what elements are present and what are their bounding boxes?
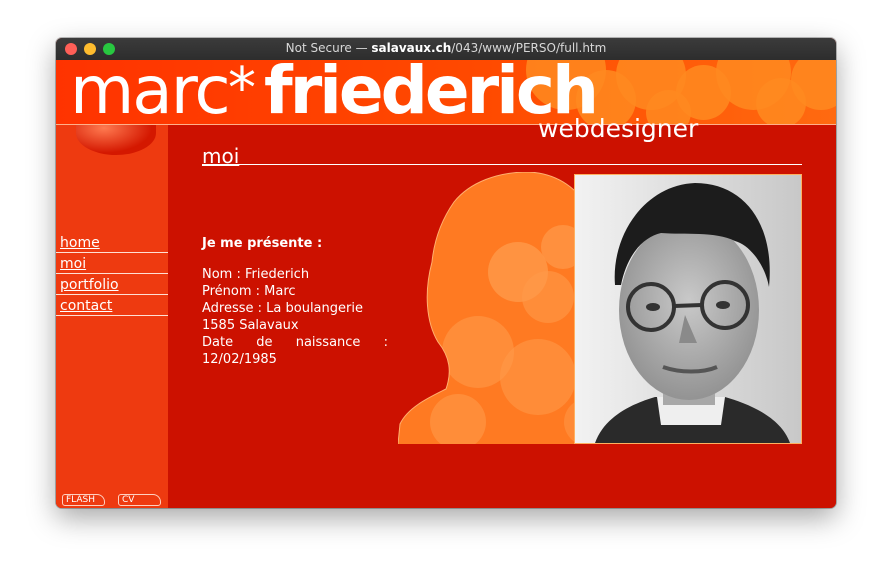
info-firstname: Prénom : Marc <box>202 284 296 299</box>
tagline: webdesigner <box>538 114 699 143</box>
nav-link-portfolio[interactable]: portfolio <box>56 275 168 295</box>
flash-button[interactable]: FLASH <box>62 494 105 506</box>
title-underline <box>202 164 802 165</box>
nav-link-home[interactable]: home <box>56 233 168 253</box>
page-content: marc * friederich webdesigner home moi p… <box>56 60 836 508</box>
url-domain: salavaux.ch <box>371 41 452 55</box>
personal-info: Nom : Friederich Prénom : Marc Adresse :… <box>202 266 388 368</box>
info-birthdate-value: 12/02/1985 <box>202 352 277 367</box>
sidebar: home moi portfolio contact <box>56 125 168 508</box>
nav-link-moi[interactable]: moi <box>56 254 168 274</box>
sidebar-heart-decoration <box>76 125 156 155</box>
portrait-image <box>575 175 801 443</box>
cv-button[interactable]: CV <box>118 494 161 506</box>
info-birthdate-label: Date de naissance : <box>202 335 388 350</box>
info-city: 1585 Salavaux <box>202 318 299 333</box>
nav-menu: home moi portfolio contact <box>56 233 168 317</box>
info-name: Nom : Friederich <box>202 267 310 282</box>
logo-star: * <box>228 60 256 121</box>
browser-window: Not Secure — salavaux.ch/043/www/PERSO/f… <box>56 38 836 508</box>
nav-link-contact[interactable]: contact <box>56 296 168 316</box>
header-divider <box>56 124 836 125</box>
title-bar: Not Secure — salavaux.ch/043/www/PERSO/f… <box>56 38 836 60</box>
info-address: Adresse : La boulangerie <box>202 301 363 316</box>
header-banner: marc * friederich <box>56 60 836 124</box>
url-path: /043/www/PERSO/full.htm <box>451 41 607 55</box>
security-status: Not Secure — <box>285 41 372 55</box>
portrait-photo <box>574 174 802 444</box>
logo-first-name: marc <box>70 60 231 124</box>
intro-heading: Je me présente : <box>202 236 323 251</box>
address-bar[interactable]: Not Secure — salavaux.ch/043/www/PERSO/f… <box>56 41 836 55</box>
